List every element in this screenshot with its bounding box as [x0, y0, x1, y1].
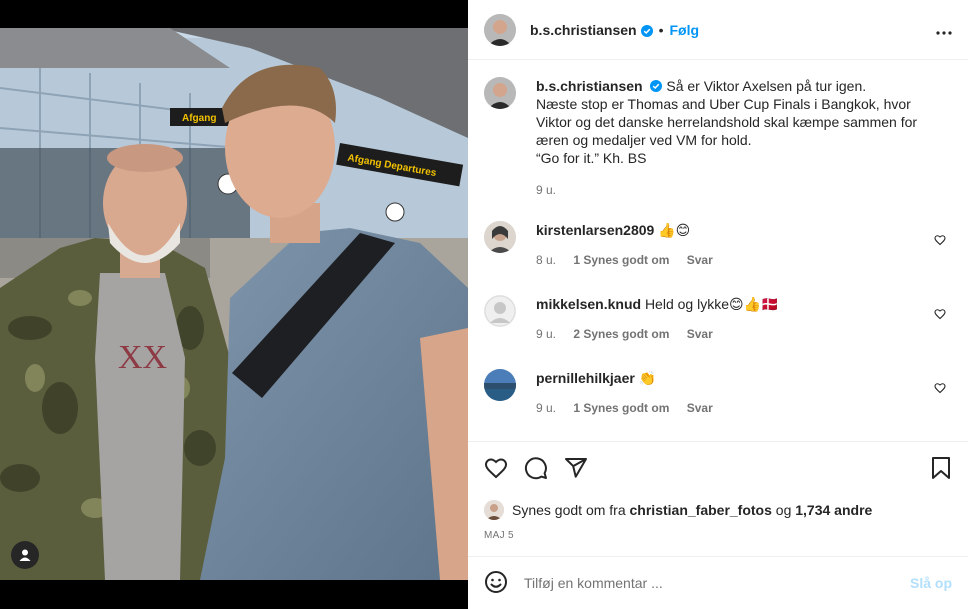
- comments-list[interactable]: b.s.christiansen Så er Viktor Axelsen på…: [468, 61, 968, 441]
- post-actions: Synes godt om fra christian_faber_fotos …: [468, 441, 968, 556]
- commenter-avatar[interactable]: [484, 221, 516, 253]
- author-username[interactable]: b.s.christiansen: [530, 22, 637, 38]
- caption-avatar[interactable]: [484, 77, 516, 109]
- reply-button[interactable]: Svar: [687, 327, 713, 341]
- comment-username[interactable]: mikkelsen.knud: [536, 296, 641, 312]
- comment-text: Held og lykke😊👍🇩🇰: [644, 296, 779, 312]
- svg-text:XX: XX: [118, 339, 167, 376]
- comment-like-heart-icon[interactable]: [934, 381, 946, 397]
- more-horizontal-icon[interactable]: [936, 19, 952, 40]
- post-date[interactable]: MAJ 5: [484, 530, 514, 541]
- caption: b.s.christiansen Så er Viktor Axelsen på…: [484, 77, 954, 197]
- comment-text: 👏: [638, 370, 657, 386]
- comment-like-heart-icon[interactable]: [934, 307, 946, 323]
- comment-time[interactable]: 8 u.: [536, 253, 556, 267]
- comment-item: pernillehilkjaer 👏 9 u. 1 Synes godt om …: [484, 369, 954, 415]
- sign-afgang: Afgang: [182, 113, 216, 124]
- comment-text: 👍😊: [658, 222, 691, 238]
- reply-button[interactable]: Svar: [687, 253, 713, 267]
- emoji-smiley-icon[interactable]: [484, 570, 508, 597]
- save-bookmark-icon[interactable]: [930, 456, 952, 483]
- comment-time[interactable]: 9 u.: [536, 327, 556, 341]
- caption-username[interactable]: b.s.christiansen: [536, 78, 643, 94]
- comment-bubble-icon[interactable]: [524, 456, 548, 483]
- caption-line: Næste stop er Thomas and Uber Cup Finals…: [536, 96, 911, 112]
- liker-avatar[interactable]: [484, 500, 504, 520]
- post-comment-button[interactable]: Slå op: [910, 575, 952, 591]
- comment-likes[interactable]: 1 Synes godt om: [573, 253, 669, 267]
- share-send-icon[interactable]: [564, 456, 588, 483]
- comment-time[interactable]: 9 u.: [536, 401, 556, 415]
- comment-input[interactable]: [524, 575, 910, 591]
- comment-likes[interactable]: 2 Synes godt om: [573, 327, 669, 341]
- likes-summary: Synes godt om fra christian_faber_fotos …: [484, 500, 872, 520]
- caption-line: Så er Viktor Axelsen på tur igen.: [666, 78, 867, 94]
- caption-line: “Go for it.” Kh. BS: [536, 150, 647, 166]
- post-photo[interactable]: Afgang Afgang Departures XX: [0, 28, 468, 580]
- comment-likes[interactable]: 1 Synes godt om: [573, 401, 669, 415]
- add-comment-bar: Slå op: [468, 556, 968, 609]
- post-media: Afgang Afgang Departures XX: [0, 0, 468, 609]
- verified-badge-icon: [640, 24, 653, 37]
- post-header: b.s.christiansen • Følg: [468, 0, 968, 60]
- comment-item: mikkelsen.knud Held og lykke😊👍🇩🇰 9 u. 2 …: [484, 295, 954, 341]
- like-heart-icon[interactable]: [484, 456, 508, 483]
- likes-user[interactable]: christian_faber_fotos: [630, 502, 772, 518]
- caption-time[interactable]: 9 u.: [536, 183, 556, 197]
- reply-button[interactable]: Svar: [687, 401, 713, 415]
- comment-like-heart-icon[interactable]: [934, 233, 946, 249]
- author-avatar[interactable]: [484, 13, 516, 46]
- post-panel: b.s.christiansen • Følg b.s.christiansen…: [468, 0, 968, 609]
- follow-button[interactable]: Følg: [670, 22, 700, 38]
- caption-line: Viktor og det danske herrelandshold skal…: [536, 114, 918, 130]
- commenter-avatar[interactable]: [484, 369, 516, 401]
- comment-username[interactable]: pernillehilkjaer: [536, 370, 635, 386]
- commenter-avatar[interactable]: [484, 295, 516, 327]
- tagged-user-icon[interactable]: [11, 541, 39, 569]
- verified-badge-icon: [650, 78, 663, 92]
- likes-others[interactable]: 1,734 andre: [795, 502, 872, 518]
- likes-mid: og: [775, 502, 792, 518]
- comment-username[interactable]: kirstenlarsen2809: [536, 222, 654, 238]
- comment-item: kirstenlarsen2809 👍😊 8 u. 1 Synes godt o…: [484, 221, 954, 267]
- likes-prefix: Synes godt om fra: [512, 502, 626, 518]
- caption-line: æren og medaljer ved VM for hold.: [536, 132, 752, 148]
- separator-dot: •: [658, 21, 664, 38]
